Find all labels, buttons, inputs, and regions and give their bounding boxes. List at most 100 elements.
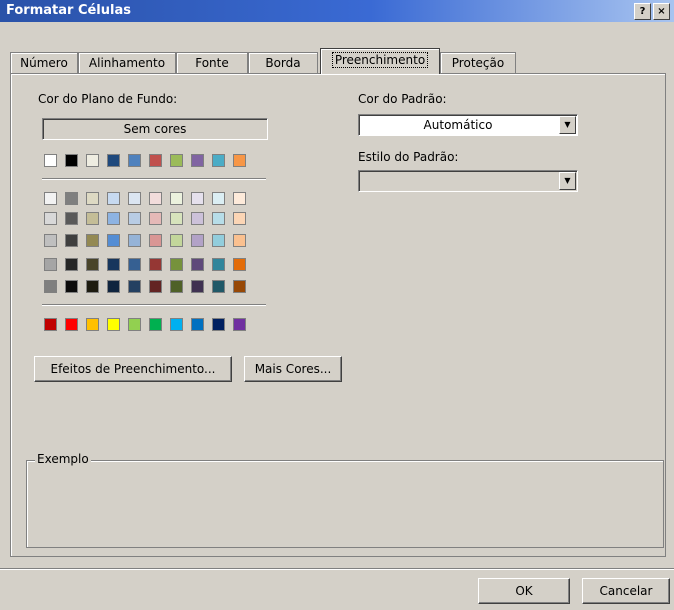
theme-color-row bbox=[44, 154, 246, 167]
close-button[interactable]: × bbox=[653, 3, 670, 20]
color-swatch[interactable] bbox=[233, 192, 246, 205]
color-swatch[interactable] bbox=[128, 258, 141, 271]
color-swatch[interactable] bbox=[212, 234, 225, 247]
color-swatch[interactable] bbox=[65, 154, 78, 167]
tab-preenchimento[interactable]: Preenchimento bbox=[320, 48, 440, 74]
color-swatch[interactable] bbox=[107, 154, 120, 167]
tab-protecao[interactable]: Proteção bbox=[440, 52, 516, 73]
cancel-button[interactable]: Cancelar bbox=[582, 578, 670, 604]
tab-preenchimento-label: Preenchimento bbox=[331, 52, 429, 68]
color-swatch[interactable] bbox=[149, 318, 162, 331]
color-swatch[interactable] bbox=[212, 280, 225, 293]
palette-divider bbox=[42, 178, 266, 180]
ok-button[interactable]: OK bbox=[478, 578, 570, 604]
color-swatch[interactable] bbox=[65, 280, 78, 293]
color-swatch[interactable] bbox=[149, 154, 162, 167]
color-swatch[interactable] bbox=[170, 192, 183, 205]
color-swatch[interactable] bbox=[44, 212, 57, 225]
fill-effects-button[interactable]: Efeitos de Preenchimento... bbox=[34, 356, 232, 382]
tint-row bbox=[44, 258, 246, 271]
color-swatch[interactable] bbox=[170, 154, 183, 167]
no-color-button[interactable]: Sem cores bbox=[42, 118, 268, 140]
chevron-down-icon[interactable]: ▼ bbox=[559, 116, 576, 134]
color-swatch[interactable] bbox=[128, 192, 141, 205]
color-swatch[interactable] bbox=[170, 212, 183, 225]
color-swatch[interactable] bbox=[86, 258, 99, 271]
color-swatch[interactable] bbox=[107, 234, 120, 247]
color-swatch[interactable] bbox=[191, 258, 204, 271]
tab-numero[interactable]: Número bbox=[10, 52, 78, 73]
color-swatch[interactable] bbox=[170, 280, 183, 293]
color-swatch[interactable] bbox=[191, 192, 204, 205]
color-swatch[interactable] bbox=[86, 318, 99, 331]
color-swatch[interactable] bbox=[44, 280, 57, 293]
color-swatch[interactable] bbox=[191, 318, 204, 331]
color-swatch[interactable] bbox=[170, 234, 183, 247]
color-swatch[interactable] bbox=[65, 212, 78, 225]
color-swatch[interactable] bbox=[170, 318, 183, 331]
color-swatch[interactable] bbox=[86, 154, 99, 167]
pattern-style-select[interactable]: ▼ bbox=[358, 170, 578, 192]
color-swatch[interactable] bbox=[65, 258, 78, 271]
color-swatch[interactable] bbox=[191, 234, 204, 247]
color-swatch[interactable] bbox=[149, 192, 162, 205]
tab-borda[interactable]: Borda bbox=[248, 52, 318, 73]
chevron-down-icon[interactable]: ▼ bbox=[559, 172, 576, 190]
color-swatch[interactable] bbox=[191, 212, 204, 225]
color-swatch[interactable] bbox=[86, 280, 99, 293]
color-swatch[interactable] bbox=[107, 280, 120, 293]
color-swatch[interactable] bbox=[44, 154, 57, 167]
standard-color-row bbox=[44, 318, 246, 331]
color-swatch[interactable] bbox=[233, 154, 246, 167]
color-swatch[interactable] bbox=[107, 212, 120, 225]
color-swatch[interactable] bbox=[107, 318, 120, 331]
color-swatch[interactable] bbox=[107, 192, 120, 205]
color-swatch[interactable] bbox=[212, 192, 225, 205]
color-swatch[interactable] bbox=[44, 234, 57, 247]
color-swatch[interactable] bbox=[212, 154, 225, 167]
color-swatch[interactable] bbox=[128, 154, 141, 167]
window-title: Formatar Células bbox=[6, 3, 131, 18]
color-swatch[interactable] bbox=[44, 258, 57, 271]
color-swatch[interactable] bbox=[44, 318, 57, 331]
palette-divider bbox=[42, 304, 266, 306]
color-swatch[interactable] bbox=[233, 234, 246, 247]
color-swatch[interactable] bbox=[233, 280, 246, 293]
color-swatch[interactable] bbox=[44, 192, 57, 205]
color-swatch[interactable] bbox=[149, 280, 162, 293]
pattern-color-select[interactable]: Automático ▼ bbox=[358, 114, 578, 136]
color-swatch[interactable] bbox=[212, 258, 225, 271]
background-color-label: Cor do Plano de Fundo: bbox=[38, 92, 178, 106]
color-swatch[interactable] bbox=[107, 258, 120, 271]
help-button[interactable]: ? bbox=[634, 3, 651, 20]
pattern-color-value: Automático bbox=[423, 118, 493, 132]
color-swatch[interactable] bbox=[128, 234, 141, 247]
color-swatch[interactable] bbox=[170, 258, 183, 271]
color-swatch[interactable] bbox=[128, 318, 141, 331]
more-colors-button[interactable]: Mais Cores... bbox=[244, 356, 342, 382]
tab-fonte[interactable]: Fonte bbox=[176, 52, 248, 73]
sample-label: Exemplo bbox=[35, 452, 91, 466]
color-swatch[interactable] bbox=[86, 212, 99, 225]
color-swatch[interactable] bbox=[149, 258, 162, 271]
color-swatch[interactable] bbox=[233, 258, 246, 271]
color-swatch[interactable] bbox=[191, 280, 204, 293]
color-swatch[interactable] bbox=[233, 212, 246, 225]
title-bar: Formatar Células ? × bbox=[0, 0, 674, 22]
color-swatch[interactable] bbox=[128, 212, 141, 225]
color-swatch[interactable] bbox=[233, 318, 246, 331]
color-swatch[interactable] bbox=[65, 318, 78, 331]
color-swatch[interactable] bbox=[86, 192, 99, 205]
tab-alinhamento[interactable]: Alinhamento bbox=[78, 52, 176, 73]
color-swatch[interactable] bbox=[191, 154, 204, 167]
color-swatch[interactable] bbox=[212, 212, 225, 225]
color-swatch[interactable] bbox=[149, 234, 162, 247]
color-swatch[interactable] bbox=[65, 234, 78, 247]
color-swatch[interactable] bbox=[86, 234, 99, 247]
color-swatch[interactable] bbox=[65, 192, 78, 205]
color-swatch[interactable] bbox=[212, 318, 225, 331]
tint-row bbox=[44, 280, 246, 293]
color-swatch[interactable] bbox=[149, 212, 162, 225]
pattern-color-label: Cor do Padrão: bbox=[358, 92, 447, 106]
color-swatch[interactable] bbox=[128, 280, 141, 293]
